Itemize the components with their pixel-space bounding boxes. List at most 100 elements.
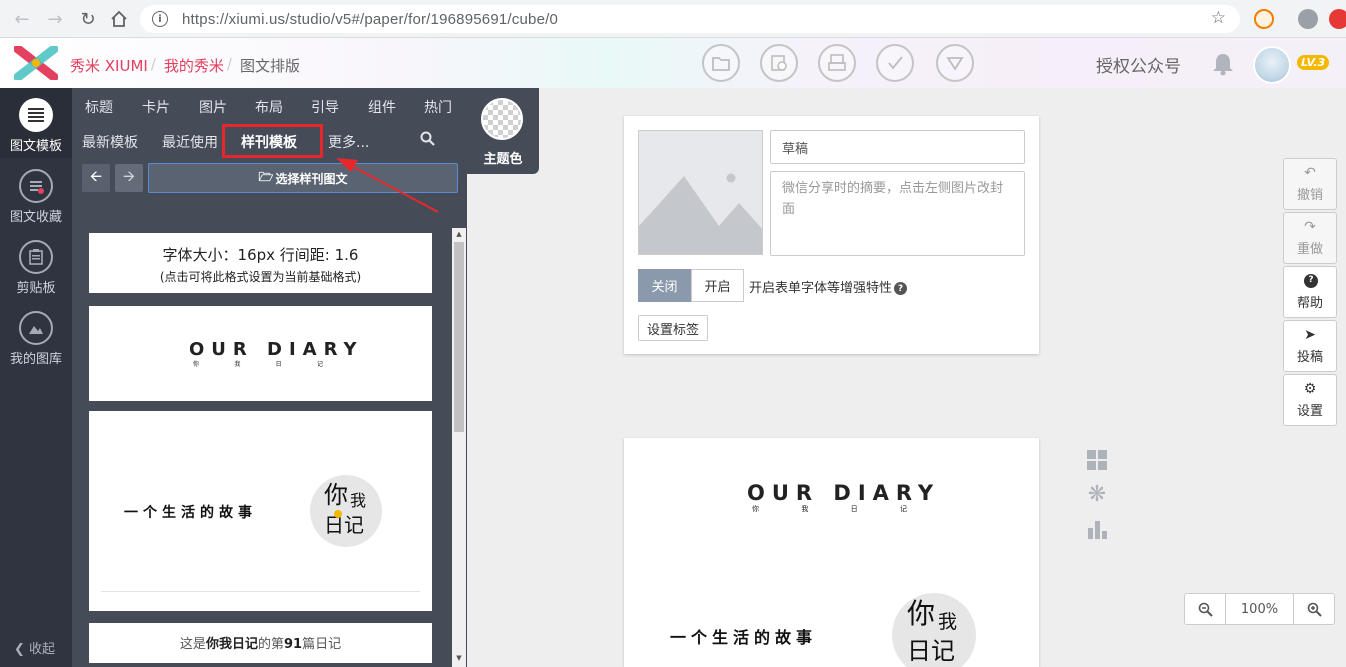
diary-sub-char: 日 xyxy=(275,361,282,368)
submit-label: 投稿 xyxy=(1296,349,1323,365)
breadcrumb-divider: / xyxy=(150,55,156,73)
tab-layout[interactable]: 布局 xyxy=(255,97,283,117)
authorize-account-link[interactable]: 授权公众号 xyxy=(1096,52,1181,77)
footer-prefix: 这是 xyxy=(179,637,206,652)
enhance-on-button[interactable]: 开启 xyxy=(691,269,744,302)
story-template[interactable]: 一个生活的故事 你 我 日记 xyxy=(89,411,432,611)
app-header: 秀米 XIUMI / 我的秀米 / 图文排版 授权公众号 LV.3 xyxy=(0,38,1346,88)
gear-icon: ⚙ xyxy=(1303,380,1317,397)
profile-icon[interactable] xyxy=(1298,9,1318,29)
clipboard-icon xyxy=(19,240,53,274)
print-icon[interactable] xyxy=(818,44,856,82)
diary-sub-char: 日 xyxy=(850,505,858,513)
image-placeholder-icon xyxy=(639,173,762,254)
stamp-char-top: 你 xyxy=(907,597,936,630)
help-glyph: ? xyxy=(1304,273,1318,288)
help-button[interactable]: ? 帮助 xyxy=(1283,266,1337,318)
highlight-box xyxy=(222,124,323,158)
font-card-line2: (点击可将此格式设置为当前基础格式) xyxy=(159,270,362,284)
scroll-up-icon[interactable]: ▲ xyxy=(454,230,464,240)
zoom-out-icon[interactable] xyxy=(1185,594,1225,624)
url-text: https://xiumi.us/studio/v5#/paper/for/19… xyxy=(182,10,559,28)
rail-item-favorites[interactable]: 图文收藏 xyxy=(0,159,72,229)
theme-color-button[interactable]: 主题色 xyxy=(467,88,539,174)
home-icon[interactable] xyxy=(107,7,131,31)
preview-story-text: 一个生活的故事 xyxy=(670,628,818,647)
bell-icon[interactable] xyxy=(1210,51,1236,77)
rail-item-clipboard[interactable]: 剪贴板 xyxy=(0,230,72,300)
address-bar[interactable]: i https://xiumi.us/studio/v5#/paper/for/… xyxy=(140,5,1240,33)
undo-label: 撤销 xyxy=(1296,187,1323,203)
summary-input[interactable]: 微信分享时的摘要，点击左侧图片改封面 xyxy=(770,171,1025,256)
template-scrollbar[interactable]: ▲ ▼ xyxy=(452,228,466,667)
grid-icon[interactable] xyxy=(1085,448,1109,472)
triangle-icon[interactable] xyxy=(936,44,974,82)
folder-icon[interactable] xyxy=(702,44,740,82)
rail-item-gallery[interactable]: 我的图库 xyxy=(0,301,72,371)
enhance-description-text: 开启表单字体等增强特性 xyxy=(749,281,893,296)
footer-bold-number: 91 xyxy=(283,637,303,652)
star-icon[interactable]: ☆ xyxy=(1211,8,1226,28)
update-icon[interactable] xyxy=(1329,9,1346,29)
arrow-right-icon[interactable]: 🡪 xyxy=(115,164,143,192)
title-input[interactable]: 草稿 xyxy=(770,130,1025,164)
diary-sub-char: 记 xyxy=(899,505,907,513)
bar-chart-icon[interactable] xyxy=(1085,517,1109,541)
help-label: 帮助 xyxy=(1296,295,1323,311)
breadcrumb-my-xiumi[interactable]: 我的秀米 xyxy=(164,55,224,76)
theme-label: 主题色 xyxy=(483,152,523,167)
question-icon[interactable]: ? xyxy=(894,282,908,295)
settings-button[interactable]: ⚙ 设置 xyxy=(1283,374,1337,426)
search-icon[interactable] xyxy=(420,131,435,150)
diary-header-template[interactable]: OUR DIARY 你 我 日 记 xyxy=(89,306,432,401)
font-format-card[interactable]: 字体大小：16px 行间距: 1.6 (点击可将此格式设置为当前基础格式) xyxy=(89,233,432,293)
stamp-char-bottom: 日记 xyxy=(324,513,364,537)
rail-item-label: 我的图库 xyxy=(9,352,62,367)
tab-card[interactable]: 卡片 xyxy=(142,97,170,117)
settings-label: 设置 xyxy=(1296,403,1323,419)
breadcrumb-divider: / xyxy=(226,55,232,73)
tab-guide[interactable]: 引导 xyxy=(311,97,339,117)
zoom-in-icon[interactable] xyxy=(1294,594,1334,624)
back-icon[interactable]: ← xyxy=(10,7,34,31)
font-card-line1: 字体大小：16px 行间距: 1.6 xyxy=(162,246,359,264)
avatar[interactable] xyxy=(1253,46,1291,84)
submit-button[interactable]: ➤ 投稿 xyxy=(1283,320,1337,372)
cover-image-placeholder[interactable] xyxy=(638,130,763,255)
tab-recent[interactable]: 最近使用 xyxy=(162,132,218,152)
tab-hot[interactable]: 热门 xyxy=(424,97,452,117)
enhance-description: 开启表单字体等增强特性? xyxy=(749,277,908,296)
enhance-off-button[interactable]: 关闭 xyxy=(638,269,691,302)
preview-diary-stamp: 你 我 日记 xyxy=(892,593,976,667)
diary-sub-char: 你 xyxy=(752,505,759,513)
tab-newest[interactable]: 最新模板 xyxy=(82,132,138,152)
breadcrumb-home[interactable]: 秀米 XIUMI xyxy=(70,55,148,76)
redo-icon: ↷ xyxy=(1304,218,1316,235)
reload-icon[interactable]: ↻ xyxy=(76,7,100,31)
set-tags-button[interactable]: 设置标签 xyxy=(638,315,708,341)
tab-more[interactable]: 更多... xyxy=(328,132,369,152)
xiumi-logo-icon[interactable] xyxy=(14,46,58,80)
tab-component[interactable]: 组件 xyxy=(368,97,396,117)
scroll-down-icon[interactable]: ▼ xyxy=(454,654,464,664)
preview-diary-subtitle: 你 我 日 记 xyxy=(752,504,907,514)
stamp-char-bottom: 日记 xyxy=(907,637,955,665)
arrow-left-icon[interactable]: 🡨 xyxy=(82,164,110,192)
images-icon[interactable] xyxy=(760,44,798,82)
check-icon[interactable] xyxy=(876,44,914,82)
folder-open-icon: 🗁 xyxy=(258,169,274,184)
rail-item-templates[interactable]: 图文模板 xyxy=(0,88,72,158)
tab-image[interactable]: 图片 xyxy=(199,97,227,117)
redo-button[interactable]: ↷ 重做 xyxy=(1283,212,1337,264)
collapse-label: 收起 xyxy=(29,642,56,657)
collapse-button[interactable]: ❮ 收起 xyxy=(14,638,55,657)
asterisk-icon[interactable]: ❋ xyxy=(1085,482,1109,507)
scroll-thumb[interactable] xyxy=(454,242,464,432)
forward-icon[interactable]: → xyxy=(43,7,67,31)
undo-button[interactable]: ↶ 撤销 xyxy=(1283,158,1337,210)
extension-icon[interactable] xyxy=(1254,9,1274,29)
info-icon[interactable]: i xyxy=(152,11,168,27)
diary-footer-template[interactable]: 这是你我日记的第91篇日记 xyxy=(89,623,432,663)
stamp-char-top: 你 xyxy=(324,481,348,509)
tab-title[interactable]: 标题 xyxy=(85,97,113,117)
